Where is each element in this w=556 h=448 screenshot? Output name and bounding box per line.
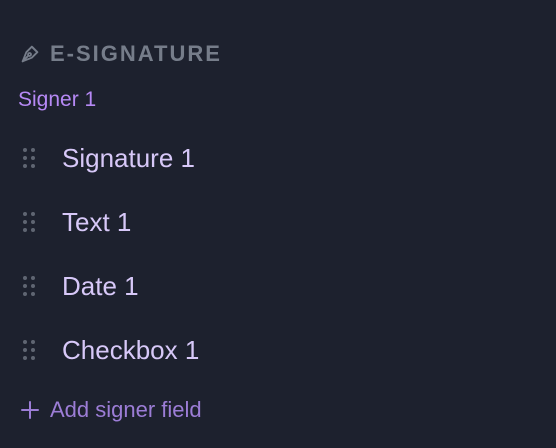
drag-handle-icon[interactable]	[22, 208, 50, 236]
signer-label: Signer 1	[18, 88, 97, 111]
section-title: E-SIGNATURE	[50, 41, 222, 66]
field-label: Signature 1	[62, 142, 195, 173]
add-signer-field-label: Add signer field	[50, 397, 202, 422]
pen-nib-icon	[18, 42, 42, 66]
drag-handle-icon[interactable]	[22, 336, 50, 364]
drag-handle-icon[interactable]	[22, 272, 50, 300]
field-item-signature[interactable]: Signature 1	[18, 126, 538, 190]
plus-icon	[18, 398, 42, 422]
field-item-checkbox[interactable]: Checkbox 1	[18, 318, 538, 382]
field-item-date[interactable]: Date 1	[18, 254, 538, 318]
field-label: Date 1	[62, 270, 139, 301]
drag-handle-icon[interactable]	[22, 144, 50, 172]
field-label: Checkbox 1	[62, 334, 200, 365]
section-header: E-SIGNATURE	[18, 40, 222, 68]
field-item-text[interactable]: Text 1	[18, 190, 538, 254]
add-signer-field-button[interactable]: Add signer field	[18, 394, 202, 426]
field-list: Signature 1 Text 1 Date 1 Checkbox 1	[18, 126, 538, 382]
field-label: Text 1	[62, 206, 132, 237]
esignature-panel: E-SIGNATURE Signer 1 Signature 1 Text 1 …	[0, 0, 556, 448]
